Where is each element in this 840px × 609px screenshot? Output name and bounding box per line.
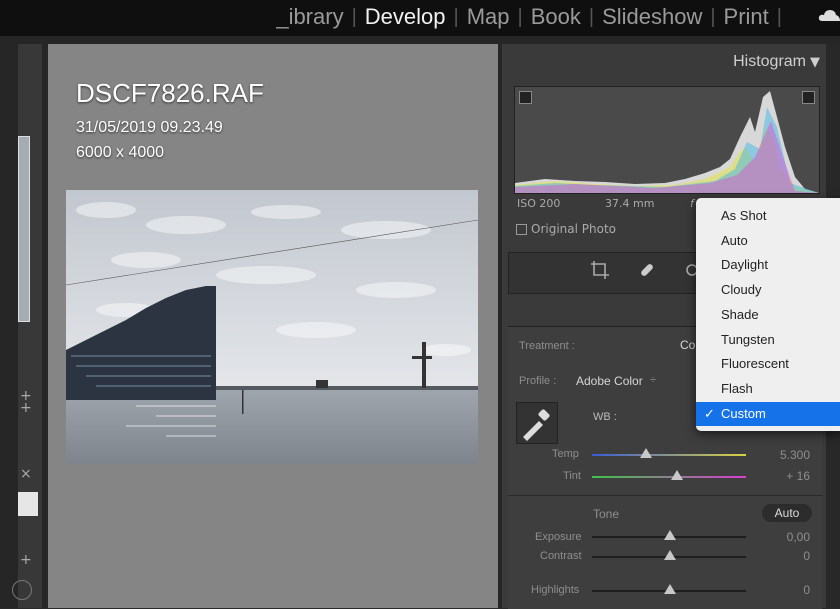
module-separator: | <box>351 5 357 28</box>
wb-option-label: Cloudy <box>721 282 762 298</box>
left-panel <box>18 44 42 608</box>
wb-option-label: Auto <box>721 232 748 248</box>
add-snapshot-icon[interactable]: + <box>20 552 32 568</box>
tint-value[interactable]: + 16 <box>760 469 810 483</box>
wb-option-fluorescent[interactable]: Fluorescent <box>696 352 840 376</box>
photo-datetime: 31/05/2019 09.23.49 <box>76 119 223 136</box>
temp-slider[interactable] <box>592 454 746 456</box>
panel-collapse-icon[interactable]: ▼ <box>810 55 820 70</box>
exposure-label: Exposure <box>535 531 582 543</box>
contrast-value[interactable]: 0 <box>760 549 810 563</box>
module-book[interactable]: Book <box>531 4 581 30</box>
wb-option-label: Custom <box>721 405 766 421</box>
wb-option-tungsten[interactable]: Tungsten <box>696 328 840 352</box>
wb-option-label: Flash <box>721 380 753 396</box>
profile-label: Profile : <box>519 375 557 387</box>
module-separator: | <box>517 5 523 28</box>
tone-label: Tone <box>593 507 620 521</box>
chevron-updown-icon[interactable]: ÷ <box>650 374 656 386</box>
history-circle-icon[interactable] <box>12 580 32 600</box>
module-separator: | <box>776 5 782 28</box>
histogram[interactable] <box>514 86 820 194</box>
photo-dimensions: 6000 x 4000 <box>76 144 165 161</box>
module-print[interactable]: Print <box>724 4 769 30</box>
iso-readout: ISO 200 <box>517 197 561 210</box>
histogram-title[interactable]: Histogram <box>733 53 806 71</box>
original-photo-label: Original Photo <box>531 222 617 236</box>
add-collection-icon[interactable]: + <box>20 400 32 416</box>
wb-option-as-shot[interactable]: As Shot <box>696 204 840 228</box>
photo-filename: DSCF7826.RAF <box>76 78 264 108</box>
highlights-label: Highlights <box>531 584 580 596</box>
contrast-slider-thumb[interactable] <box>664 550 676 560</box>
snapshot-swatch[interactable] <box>18 492 38 516</box>
wb-option-label: Fluorescent <box>721 356 789 372</box>
wb-option-label: Shade <box>721 306 759 322</box>
heal-icon[interactable] <box>637 260 657 280</box>
wb-option-shade[interactable]: Shade <box>696 303 840 327</box>
exposure-value[interactable]: 0,00 <box>760 530 810 544</box>
original-photo-toggle[interactable]: Original Photo <box>516 222 616 236</box>
aperture-readout: f <box>690 197 694 210</box>
navigator-preview[interactable] <box>18 136 30 322</box>
temp-slider-thumb[interactable] <box>639 448 652 458</box>
highlights-value[interactable]: 0 <box>760 583 810 597</box>
tint-label: Tint <box>563 470 581 482</box>
wb-option-daylight[interactable]: Daylight <box>696 253 840 277</box>
wb-option-custom[interactable]: ✓ Custom <box>696 401 840 426</box>
wb-dropdown-menu: As Shot Auto Daylight Cloudy Shade Tungsten Fl… <box>696 198 840 431</box>
section-divider <box>508 495 822 496</box>
highlights-slider-thumb[interactable] <box>664 584 676 594</box>
checkmark-icon: ✓ <box>704 405 715 421</box>
cloud-icon[interactable] <box>818 8 840 22</box>
wb-label: WB : <box>593 411 617 423</box>
close-icon[interactable]: × <box>20 466 32 482</box>
histogram-graph <box>515 91 819 193</box>
wb-option-label: Tungsten <box>721 331 775 347</box>
module-map[interactable]: Map <box>467 4 510 30</box>
crop-icon[interactable] <box>590 260 610 280</box>
profile-dropdown[interactable]: Adobe Color <box>576 374 643 388</box>
original-photo-checkbox[interactable] <box>516 223 527 235</box>
photo-preview[interactable] <box>66 190 478 464</box>
contrast-label: Contrast <box>540 550 582 562</box>
module-develop[interactable]: Develop <box>365 4 446 30</box>
module-slideshow[interactable]: Slideshow <box>602 4 702 30</box>
focal-length-readout: 37.4 mm <box>605 197 655 210</box>
wb-option-auto[interactable]: Auto <box>696 229 840 253</box>
eyedropper-icon <box>523 409 550 441</box>
module-picker: _ibrary | Develop | Map | Book | Slidesh… <box>276 4 790 30</box>
module-library[interactable]: _ibrary <box>276 4 343 30</box>
white-balance-selector[interactable] <box>516 402 558 444</box>
exposure-slider-thumb[interactable] <box>664 530 676 540</box>
auto-tone-button[interactable]: Auto <box>762 504 812 522</box>
tint-slider[interactable] <box>592 476 746 478</box>
module-separator: | <box>453 5 459 28</box>
tint-slider-thumb[interactable] <box>670 470 683 480</box>
wb-option-label: Daylight <box>721 257 768 273</box>
wb-option-cloudy[interactable]: Cloudy <box>696 278 840 302</box>
treatment-label: Treatment : <box>519 340 575 352</box>
wb-option-flash[interactable]: Flash <box>696 377 840 401</box>
temp-label: Temp <box>552 448 579 460</box>
module-separator: | <box>588 5 595 28</box>
module-separator: | <box>710 5 716 28</box>
temp-value[interactable]: 5.300 <box>760 448 810 462</box>
wb-option-label: As Shot <box>721 208 767 223</box>
